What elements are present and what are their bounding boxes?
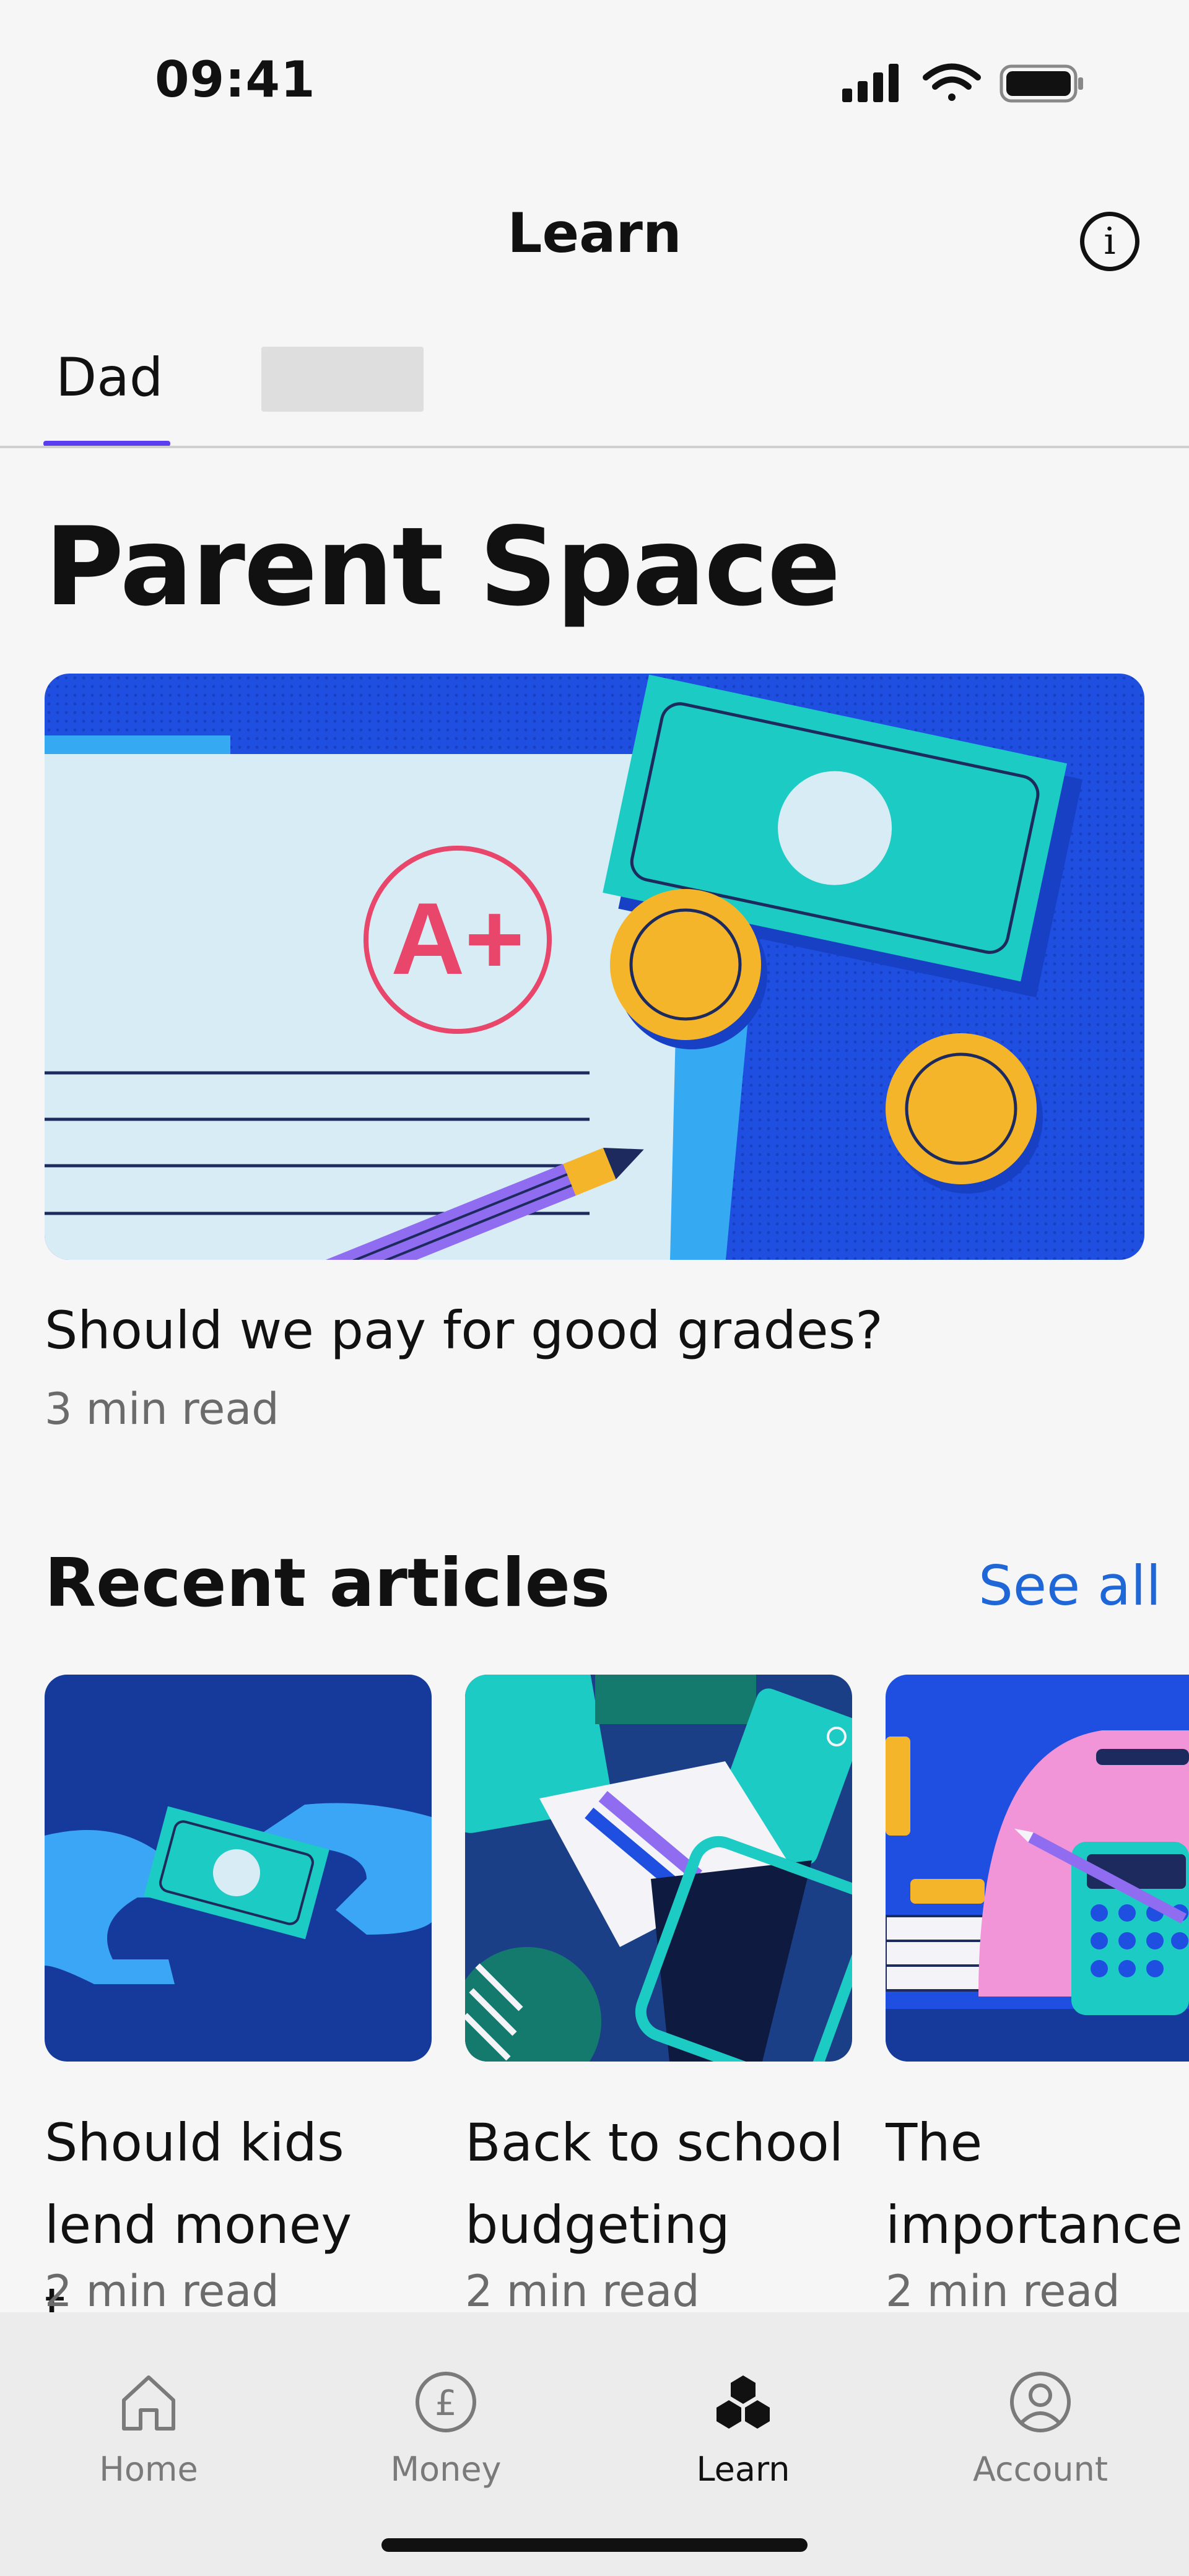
nav-account[interactable]: Account <box>954 2368 1127 2489</box>
signal-icon <box>842 64 899 102</box>
article-card-image[interactable] <box>465 1675 852 2062</box>
section-title: Parent Space <box>45 505 841 630</box>
tab-redacted[interactable] <box>261 347 424 412</box>
article-card-title[interactable]: The importance <box>886 2102 1189 2266</box>
nav-home-label: Home <box>99 2450 198 2489</box>
nav-money-label: Money <box>390 2450 502 2489</box>
nav-home[interactable]: Home <box>62 2368 235 2489</box>
home-icon <box>122 2375 175 2431</box>
info-icon: i <box>1104 220 1116 263</box>
recent-articles-title: Recent articles <box>45 1545 611 1622</box>
grade-text: A+ <box>391 882 525 995</box>
nav-learn-label: Learn <box>696 2450 790 2489</box>
battery-icon <box>1000 64 1083 103</box>
page-title: Learn <box>507 201 682 265</box>
tab-dad[interactable]: Dad <box>56 347 163 409</box>
status-time: 09:41 <box>155 51 316 108</box>
tabs-divider <box>0 446 1189 448</box>
article-card-image[interactable] <box>45 1675 432 2062</box>
article-card-read-time: 2 min read <box>886 2266 1120 2317</box>
see-all-link[interactable]: See all <box>978 1554 1161 1618</box>
pound-icon: £ <box>416 2372 476 2432</box>
svg-text:£: £ <box>435 2383 457 2424</box>
nav-money[interactable]: £ Money <box>359 2368 533 2489</box>
nav-account-label: Account <box>972 2450 1108 2489</box>
hero-article-title[interactable]: Should we pay for good grades? <box>45 1300 883 1361</box>
article-card-read-time: 2 min read <box>465 2266 700 2317</box>
learn-cubes-icon <box>716 2375 770 2429</box>
hero-article-read-time: 3 min read <box>45 1384 279 1434</box>
home-indicator <box>381 2538 808 2552</box>
info-button[interactable]: i <box>1080 212 1139 271</box>
article-card-read-time: 2 min read <box>45 2266 279 2317</box>
nav-learn[interactable]: Learn <box>656 2368 830 2489</box>
hero-article-image[interactable]: A+ <box>45 674 1144 1260</box>
article-card-image[interactable] <box>886 1675 1189 2062</box>
article-card-title[interactable]: Back to school budgeting <box>465 2102 852 2266</box>
wifi-icon <box>923 63 981 101</box>
status-icons <box>842 63 1083 103</box>
account-icon <box>1010 2372 1071 2432</box>
